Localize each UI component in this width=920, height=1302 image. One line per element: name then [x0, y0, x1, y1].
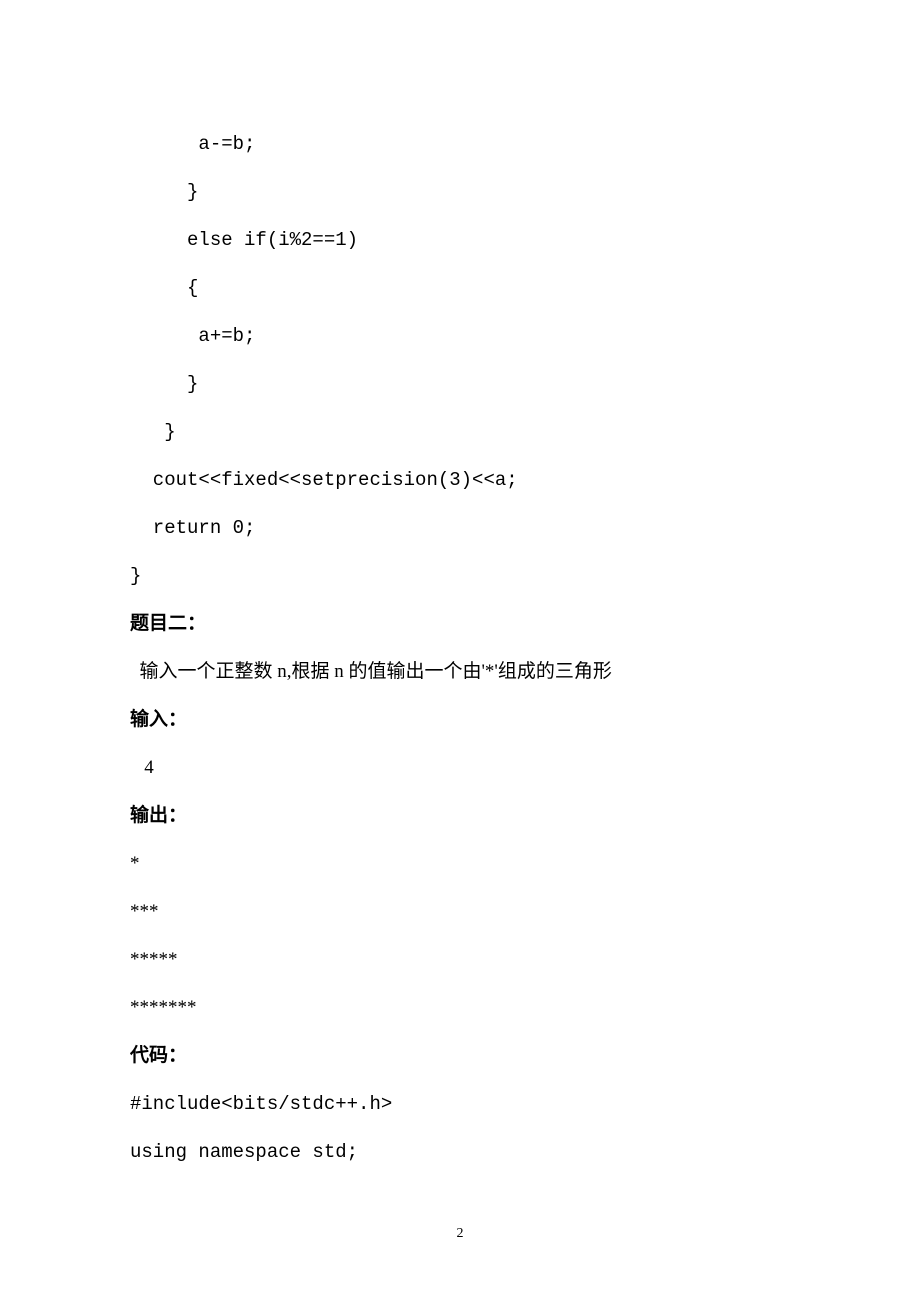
input-label: 输入：: [130, 696, 790, 744]
code-line: #include<bits/stdc++.h>: [130, 1080, 790, 1128]
code-line: using namespace std;: [130, 1128, 790, 1176]
code-line: else if(i%2==1): [130, 216, 790, 264]
problem-description: 输入一个正整数 n,根据 n 的值输出一个由'*'组成的三角形: [130, 648, 790, 696]
code-line: {: [130, 264, 790, 312]
code-line: cout<<fixed<<setprecision(3)<<a;: [130, 456, 790, 504]
code-line: a+=b;: [130, 312, 790, 360]
output-line: *******: [130, 984, 790, 1032]
code-line: }: [130, 168, 790, 216]
page-number: 2: [0, 1226, 920, 1242]
output-label: 输出：: [130, 792, 790, 840]
code-line: }: [130, 408, 790, 456]
code-label: 代码：: [130, 1032, 790, 1080]
code-line: return 0;: [130, 504, 790, 552]
document-page: a-=b; } else if(i%2==1) { a+=b; } } cout…: [0, 0, 920, 1302]
code-line: }: [130, 360, 790, 408]
output-line: *: [130, 840, 790, 888]
problem-title: 题目二：: [130, 600, 790, 648]
output-line: ***: [130, 888, 790, 936]
output-line: *****: [130, 936, 790, 984]
code-line: }: [130, 552, 790, 600]
code-line: a-=b;: [130, 120, 790, 168]
input-value: 4: [130, 744, 790, 792]
